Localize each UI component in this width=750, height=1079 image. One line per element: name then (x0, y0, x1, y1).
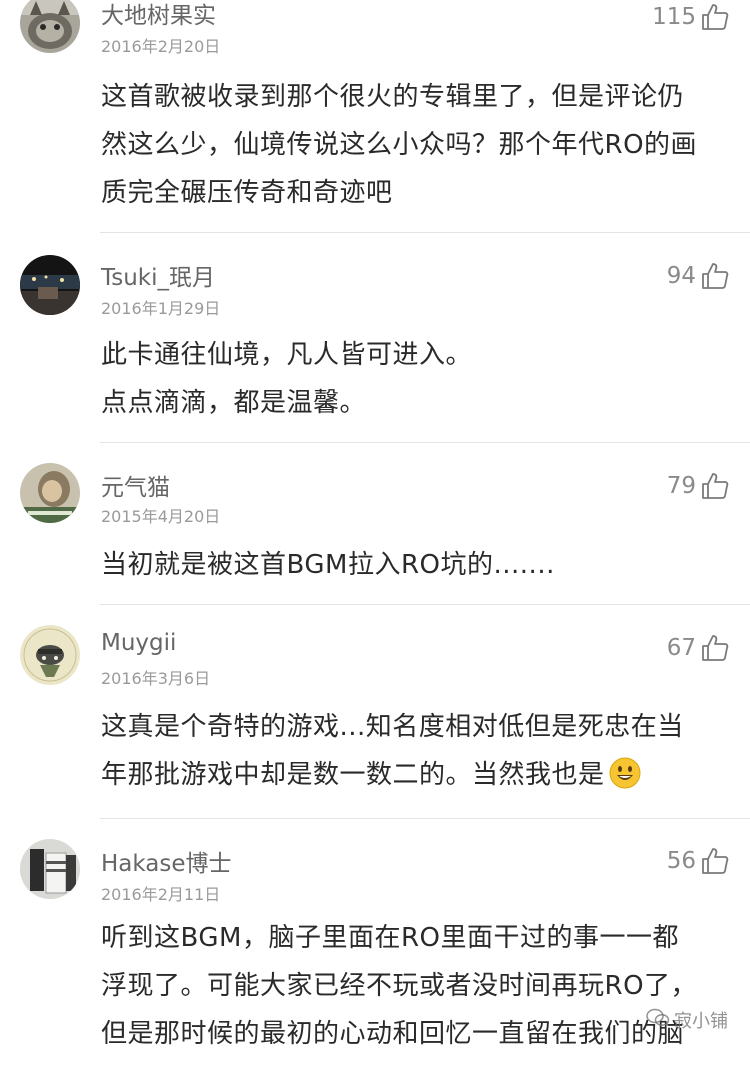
like-count: 115 (652, 4, 696, 30)
comment-date: 2016年1月29日 (101, 299, 221, 318)
comment-item: Muygii 2016年3月6日 67 这真是个奇特的游戏...知名度相对低但是… (0, 605, 750, 819)
comment-date: 2016年3月6日 (101, 669, 211, 688)
avatar[interactable] (20, 0, 80, 53)
comment-text: 当初就是被这首BGM拉入RO坑的....... (101, 550, 555, 580)
avatar[interactable] (20, 839, 80, 899)
comment-item: 元气猫 2015年4月20日 79 当初就是被这首BGM拉入RO坑的......… (0, 443, 750, 605)
comment-text: 这首歌被收录到那个很火的专辑里了，但是评论仍 然这么少，仙境传说这么小众吗？那个… (101, 82, 698, 208)
avatar[interactable] (20, 255, 80, 315)
username[interactable]: Muygii (101, 630, 176, 656)
comment-date: 2016年2月20日 (101, 37, 221, 56)
comment-date: 2015年4月20日 (101, 507, 221, 526)
comment-text: 听到这BGM，脑子里面在RO里面干过的事一一都 浮现了。可能大家已经不玩或者没时… (101, 923, 698, 1049)
like-count: 56 (666, 848, 696, 874)
like-button[interactable]: 79 (667, 471, 730, 501)
watermark: 寂小铺 (646, 1007, 728, 1033)
like-count: 67 (666, 635, 696, 661)
comment-text: 此卡通往仙境，凡人皆可进入。 点点滴滴，都是温馨。 (101, 340, 473, 418)
comment-item: 大地树果实 2016年2月20日 115 这首歌被收录到那个很火的专辑里了，但是… (0, 0, 750, 233)
comment-item: Hakase博士 2016年2月11日 56 听到这BGM，脑子里面在RO里面干… (0, 819, 750, 1079)
like-count: 94 (666, 263, 696, 289)
comment-date: 2016年2月11日 (101, 885, 221, 904)
wechat-icon (646, 1008, 674, 1033)
thumbs-up-icon[interactable] (700, 261, 730, 291)
like-count: 79 (666, 473, 696, 499)
thumbs-up-icon[interactable] (700, 2, 730, 32)
like-button[interactable]: 67 (667, 633, 730, 663)
watermark-text: 寂小铺 (674, 1011, 728, 1032)
thumbs-up-icon[interactable] (700, 846, 730, 876)
like-button[interactable]: 56 (667, 846, 730, 876)
thumbs-up-icon[interactable] (700, 471, 730, 501)
username[interactable]: Tsuki_珉月 (101, 258, 215, 292)
like-button[interactable]: 94 (667, 261, 730, 291)
comment-text: 这真是个奇特的游戏...知名度相对低但是死忠在当 年那批游戏中却是数一数二的。当… (101, 703, 720, 799)
smile-emoji-icon (609, 757, 641, 789)
comment-text-content: 这真是个奇特的游戏...知名度相对低但是死忠在当 年那批游戏中却是数一数二的。当… (101, 712, 684, 790)
comment-item: Tsuki_珉月 2016年1月29日 94 此卡通往仙境，凡人皆可进入。 点点… (0, 233, 750, 443)
username[interactable]: Hakase博士 (101, 844, 232, 878)
avatar[interactable] (20, 625, 80, 685)
username[interactable]: 元气猫 (101, 468, 170, 502)
avatar[interactable] (20, 463, 80, 523)
thumbs-up-icon[interactable] (700, 633, 730, 663)
like-button[interactable]: 115 (652, 2, 730, 32)
username[interactable]: 大地树果实 (101, 0, 216, 30)
comment-feed: 大地树果实 2016年2月20日 115 这首歌被收录到那个很火的专辑里了，但是… (0, 0, 750, 1079)
